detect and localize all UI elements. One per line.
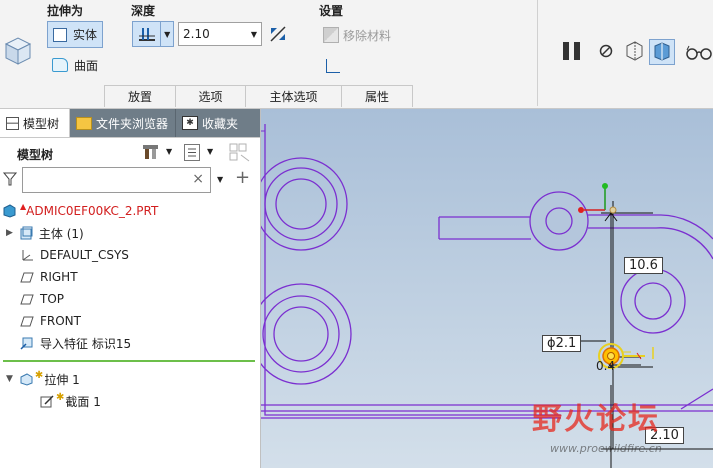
tab-body-options[interactable]: 主体选项 <box>245 85 342 107</box>
solid-button[interactable]: 实体 <box>47 21 103 48</box>
depth-chevron-down-icon[interactable]: ▼ <box>247 30 261 39</box>
graphics-viewport[interactable]: 10.6 ϕ2.1 0.4 2.10 野火论坛 www.proewildfire… <box>261 109 713 468</box>
depth-label: 深度 <box>131 4 156 18</box>
tree-search-input[interactable]: × <box>22 167 211 193</box>
watermark-url: www.proewildfire.cn <box>550 442 662 455</box>
dashboard-ribbon: 拉伸为 实体 曲面 深度 ▼ 2.10 ▼ 设置 移除材料 放置 选项 主体选项… <box>0 0 713 109</box>
tree-item-default-csys-label: DEFAULT_CSYS <box>40 248 129 262</box>
tree-item-top-label: TOP <box>40 292 65 306</box>
warning-mark-icon: ▲ <box>20 201 27 211</box>
tree-item-extrude[interactable]: ▼ ✱ 拉伸 1 <box>6 368 80 390</box>
tree-item-extrude-label: 拉伸 1 <box>44 372 80 387</box>
depth-option-dropdown[interactable]: ▼ <box>132 21 174 47</box>
watermark-main: 野火论坛 <box>532 402 660 437</box>
surface-button[interactable]: 曲面 <box>47 54 107 76</box>
preview-icon[interactable] <box>623 40 645 62</box>
solid-icon <box>52 27 67 42</box>
clear-search-icon[interactable]: × <box>192 171 204 187</box>
tree-item-part[interactable]: ▲ ADMIC0EF00KC_2.PRT <box>2 200 158 222</box>
model-tree-panel: 模型树 文件夹浏览器 ✱ 收藏夹 模型树 ▼ ▼ × ▼ + ▲ ADMIC0E… <box>0 109 261 468</box>
part-icon <box>2 204 16 218</box>
extrude-icon <box>19 372 33 386</box>
flip-direction-icon[interactable] <box>268 24 288 44</box>
tab-favorites[interactable]: ✱ 收藏夹 <box>176 109 260 137</box>
tree-item-import-feature[interactable]: 导入特征 标识15 <box>20 332 131 354</box>
tree-settings-chevron-icon[interactable]: ▼ <box>166 147 172 156</box>
new-feature-mark-icon: ✱ <box>34 369 44 381</box>
sketch-icon <box>40 394 54 408</box>
add-filter-icon[interactable]: + <box>235 169 250 187</box>
solid-label: 实体 <box>72 28 97 42</box>
remove-material-button[interactable]: 移除材料 <box>322 24 402 46</box>
ribbon-divider <box>537 0 538 106</box>
tree-item-top[interactable]: TOP <box>20 288 64 310</box>
new-feature-mark-icon: ✱ <box>56 391 65 403</box>
tree-item-part-label: ADMIC0EF00KC_2.PRT <box>26 204 159 218</box>
glasses-icon[interactable] <box>685 42 713 62</box>
tree-settings-tools-icon[interactable] <box>142 143 160 161</box>
tree-item-default-csys[interactable]: DEFAULT_CSYS <box>20 244 129 266</box>
ribbon-tab-row: 放置 选项 主体选项 属性 <box>104 85 413 107</box>
remove-material-label: 移除材料 <box>343 28 392 43</box>
search-chevron-icon[interactable]: ▼ <box>217 175 223 184</box>
verify-mode-icon[interactable] <box>649 39 675 65</box>
tree-item-front-label: FRONT <box>40 314 81 328</box>
extrude-as-label: 拉伸为 <box>47 4 84 18</box>
filter-icon[interactable] <box>2 171 18 187</box>
tab-favorites-label: 收藏夹 <box>202 116 239 131</box>
pause-icon[interactable] <box>561 40 583 62</box>
extrude-cube-icon <box>2 34 32 66</box>
dimension-vertical[interactable]: 10.6 <box>624 257 663 274</box>
dimension-offset[interactable]: 0.4 <box>596 359 615 373</box>
tree-item-body[interactable]: ▶ 主体 (1) <box>6 222 84 244</box>
tab-properties[interactable]: 属性 <box>341 85 413 107</box>
surface-icon <box>52 58 68 72</box>
tree-item-section[interactable]: ✱ 截面 1 <box>40 390 101 412</box>
tab-options[interactable]: 选项 <box>175 85 246 107</box>
tree-item-body-label: 主体 (1) <box>38 226 84 241</box>
settings-label: 设置 <box>319 4 344 18</box>
tab-model-tree[interactable]: 模型树 <box>0 109 70 137</box>
tree-item-right-label: RIGHT <box>40 270 78 284</box>
thicken-sketch-icon[interactable] <box>326 59 340 73</box>
collapse-arrow-icon[interactable]: ▼ <box>6 374 13 384</box>
body-icon <box>19 226 33 240</box>
csys-icon <box>20 248 34 262</box>
tree-item-import-feature-label: 导入特征 标识15 <box>40 336 132 351</box>
folder-icon <box>76 116 92 130</box>
tab-placement[interactable]: 放置 <box>104 85 176 107</box>
tree-filter-grid-icon[interactable] <box>229 143 251 163</box>
chevron-down-icon: ▼ <box>160 22 173 46</box>
tree-item-section-label: 截面 1 <box>65 394 101 409</box>
watermark: 野火论坛 www.proewildfire.cn <box>532 394 712 464</box>
show-list-icon[interactable] <box>184 144 200 161</box>
dimension-diameter[interactable]: ϕ2.1 <box>542 335 582 352</box>
show-chevron-icon[interactable]: ▼ <box>207 147 213 156</box>
tree-item-right[interactable]: RIGHT <box>20 266 78 288</box>
model-tree-icon <box>6 116 19 130</box>
expand-arrow-icon[interactable]: ▶ <box>6 228 13 238</box>
no-preview-icon[interactable] <box>598 43 614 59</box>
insert-indicator-line[interactable] <box>3 360 255 362</box>
remove-material-icon <box>323 27 339 43</box>
depth-value-field[interactable]: 2.10 ▼ <box>178 22 262 46</box>
model-tree-title: 模型树 <box>17 148 54 162</box>
datum-plane-icon <box>20 270 34 284</box>
favorites-icon: ✱ <box>182 116 198 130</box>
datum-plane-icon <box>20 314 34 328</box>
depth-value-text: 2.10 <box>183 27 210 41</box>
panel-tab-bar: 模型树 文件夹浏览器 ✱ 收藏夹 <box>0 109 260 138</box>
blind-depth-icon <box>133 22 160 46</box>
tree-item-front[interactable]: FRONT <box>20 310 81 332</box>
surface-label: 曲面 <box>74 58 99 73</box>
tab-folder-browser-label: 文件夹浏览器 <box>96 116 169 131</box>
tab-model-tree-label: 模型树 <box>23 116 60 131</box>
import-feature-icon <box>20 336 34 350</box>
tab-folder-browser[interactable]: 文件夹浏览器 <box>70 109 176 137</box>
datum-plane-icon <box>20 292 34 306</box>
